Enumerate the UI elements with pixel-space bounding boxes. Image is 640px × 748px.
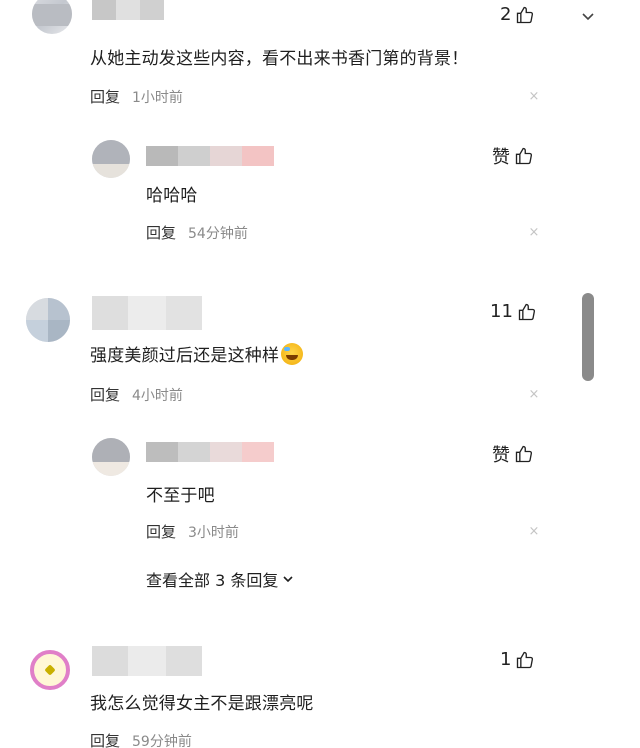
timestamp: 54分钟前 [188, 225, 248, 242]
close-icon[interactable]: × [528, 226, 540, 239]
close-icon[interactable]: × [528, 525, 540, 538]
thumbs-up-icon [517, 6, 534, 23]
avatar[interactable] [30, 650, 70, 690]
chevron-down-icon [283, 576, 293, 583]
comment-meta: 回复 59分钟前 [90, 730, 192, 748]
view-all-replies-button[interactable]: 查看全部 3 条回复 [146, 567, 294, 591]
comment-text: 从她主动发这些内容，看不出来书香门第的背景！ [90, 49, 469, 69]
comment-text-body: 强度美颜过后还是这种样 [90, 346, 280, 366]
comment-meta: 回复 54分钟前 [146, 222, 248, 243]
comment-meta: 回复 3小时前 [146, 521, 239, 542]
comment-text: 不至于吧 [146, 486, 215, 506]
like-button[interactable]: 1 [500, 649, 535, 670]
view-all-replies-label: 查看全部 3 条回复 [146, 571, 279, 590]
grinning-sweat-emoji-icon [281, 343, 304, 365]
comment-text: 哈哈哈 [146, 186, 198, 206]
thumbs-up-icon [515, 147, 533, 165]
like-button[interactable]: 赞 [492, 441, 534, 467]
chevron-down-icon[interactable] [580, 8, 596, 24]
username-blurred[interactable] [146, 146, 274, 166]
comment-meta: 回复 1小时前 [90, 86, 183, 107]
avatar[interactable] [32, 0, 72, 34]
username-blurred[interactable] [92, 0, 164, 20]
avatar[interactable] [26, 298, 70, 342]
avatar[interactable] [92, 438, 130, 476]
avatar[interactable] [92, 140, 130, 178]
like-count: 11 [490, 301, 513, 322]
username-blurred[interactable] [146, 442, 274, 462]
like-button[interactable]: 赞 [492, 143, 534, 169]
reply-button[interactable]: 回复 [90, 384, 120, 405]
like-label: 赞 [492, 445, 510, 466]
timestamp: 59分钟前 [132, 733, 192, 748]
scrollbar-thumb[interactable] [582, 293, 594, 381]
thumbs-up-icon [518, 303, 535, 320]
comment-meta: 回复 4小时前 [90, 384, 183, 405]
timestamp: 3小时前 [188, 524, 239, 541]
comment-text: 我怎么觉得女主不是跟漂亮呢 [90, 694, 314, 714]
like-count: 2 [500, 4, 512, 25]
username-blurred[interactable] [92, 646, 202, 676]
like-count: 1 [500, 649, 512, 670]
reply-button[interactable]: 回复 [146, 521, 176, 542]
like-label: 赞 [492, 147, 510, 168]
reply-button[interactable]: 回复 [90, 86, 120, 107]
username-blurred[interactable] [92, 296, 202, 330]
close-icon[interactable]: × [528, 90, 540, 103]
thumbs-up-icon [515, 445, 533, 463]
timestamp: 4小时前 [132, 387, 183, 404]
like-button[interactable]: 11 [490, 301, 537, 322]
reply-button[interactable]: 回复 [90, 730, 120, 748]
close-icon[interactable]: × [528, 388, 540, 401]
thumbs-up-icon [517, 651, 534, 668]
like-button[interactable]: 2 [500, 4, 535, 25]
reply-button[interactable]: 回复 [146, 222, 176, 243]
timestamp: 1小时前 [132, 89, 183, 106]
comment-text: 强度美颜过后还是这种样 [90, 341, 304, 366]
